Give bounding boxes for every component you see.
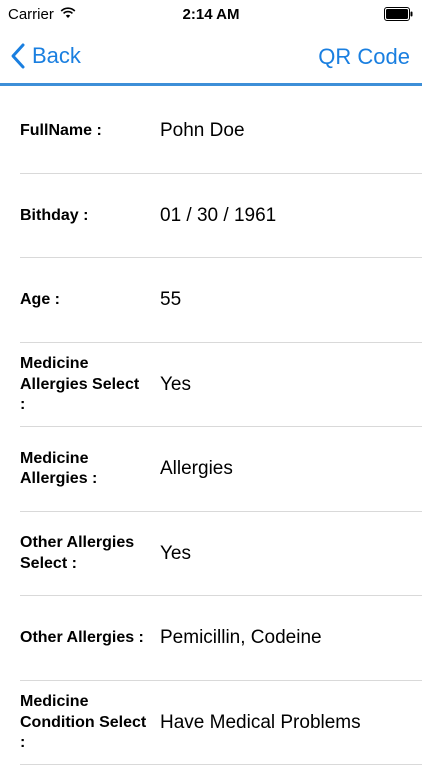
field-row-other-allergies-select: Other Allergies Select : Yes bbox=[0, 512, 422, 597]
profile-field-list: FullName : Pohn Doe Bithday : 01 / 30 / … bbox=[0, 89, 422, 765]
field-value: Allergies bbox=[160, 458, 233, 480]
field-value: Yes bbox=[160, 543, 191, 565]
field-row-fullname: FullName : Pohn Doe bbox=[0, 89, 422, 174]
field-row-medicine-allergies-select: Medicine Allergies Select : Yes bbox=[0, 343, 422, 428]
field-label: Age : bbox=[20, 290, 148, 311]
back-button[interactable]: Back bbox=[10, 42, 81, 70]
field-row-other-allergies: Other Allergies : Pemicillin, Codeine bbox=[0, 596, 422, 681]
field-label: Medicine Allergies : bbox=[20, 449, 148, 490]
field-label: FullName : bbox=[20, 121, 148, 142]
navigation-bar: Back QR Code bbox=[0, 30, 422, 86]
back-label: Back bbox=[32, 43, 81, 69]
status-bar: Carrier 2:14 AM bbox=[0, 0, 422, 30]
field-row-medicine-condition-select: Medicine Condition Select : Have Medical… bbox=[0, 681, 422, 765]
field-label: Other Allergies Select : bbox=[20, 533, 148, 574]
field-label: Other Allergies : bbox=[20, 628, 148, 649]
field-value: Yes bbox=[160, 374, 191, 396]
field-label: Medicine Condition Select : bbox=[20, 692, 148, 754]
field-label: Bithday : bbox=[20, 206, 148, 227]
field-row-birthday: Bithday : 01 / 30 / 1961 bbox=[0, 174, 422, 259]
field-value: Pohn Doe bbox=[160, 120, 245, 142]
field-row-medicine-allergies: Medicine Allergies : Allergies bbox=[0, 427, 422, 512]
field-value: 01 / 30 / 1961 bbox=[160, 205, 276, 227]
chevron-left-icon bbox=[10, 42, 26, 70]
status-time: 2:14 AM bbox=[0, 6, 422, 23]
field-value: Have Medical Problems bbox=[160, 712, 361, 734]
field-value: Pemicillin, Codeine bbox=[160, 627, 322, 649]
field-label: Medicine Allergies Select : bbox=[20, 354, 148, 416]
battery-icon bbox=[384, 7, 414, 25]
field-row-age: Age : 55 bbox=[0, 258, 422, 343]
field-value: 55 bbox=[160, 289, 181, 311]
qr-code-button[interactable]: QR Code bbox=[318, 44, 410, 70]
